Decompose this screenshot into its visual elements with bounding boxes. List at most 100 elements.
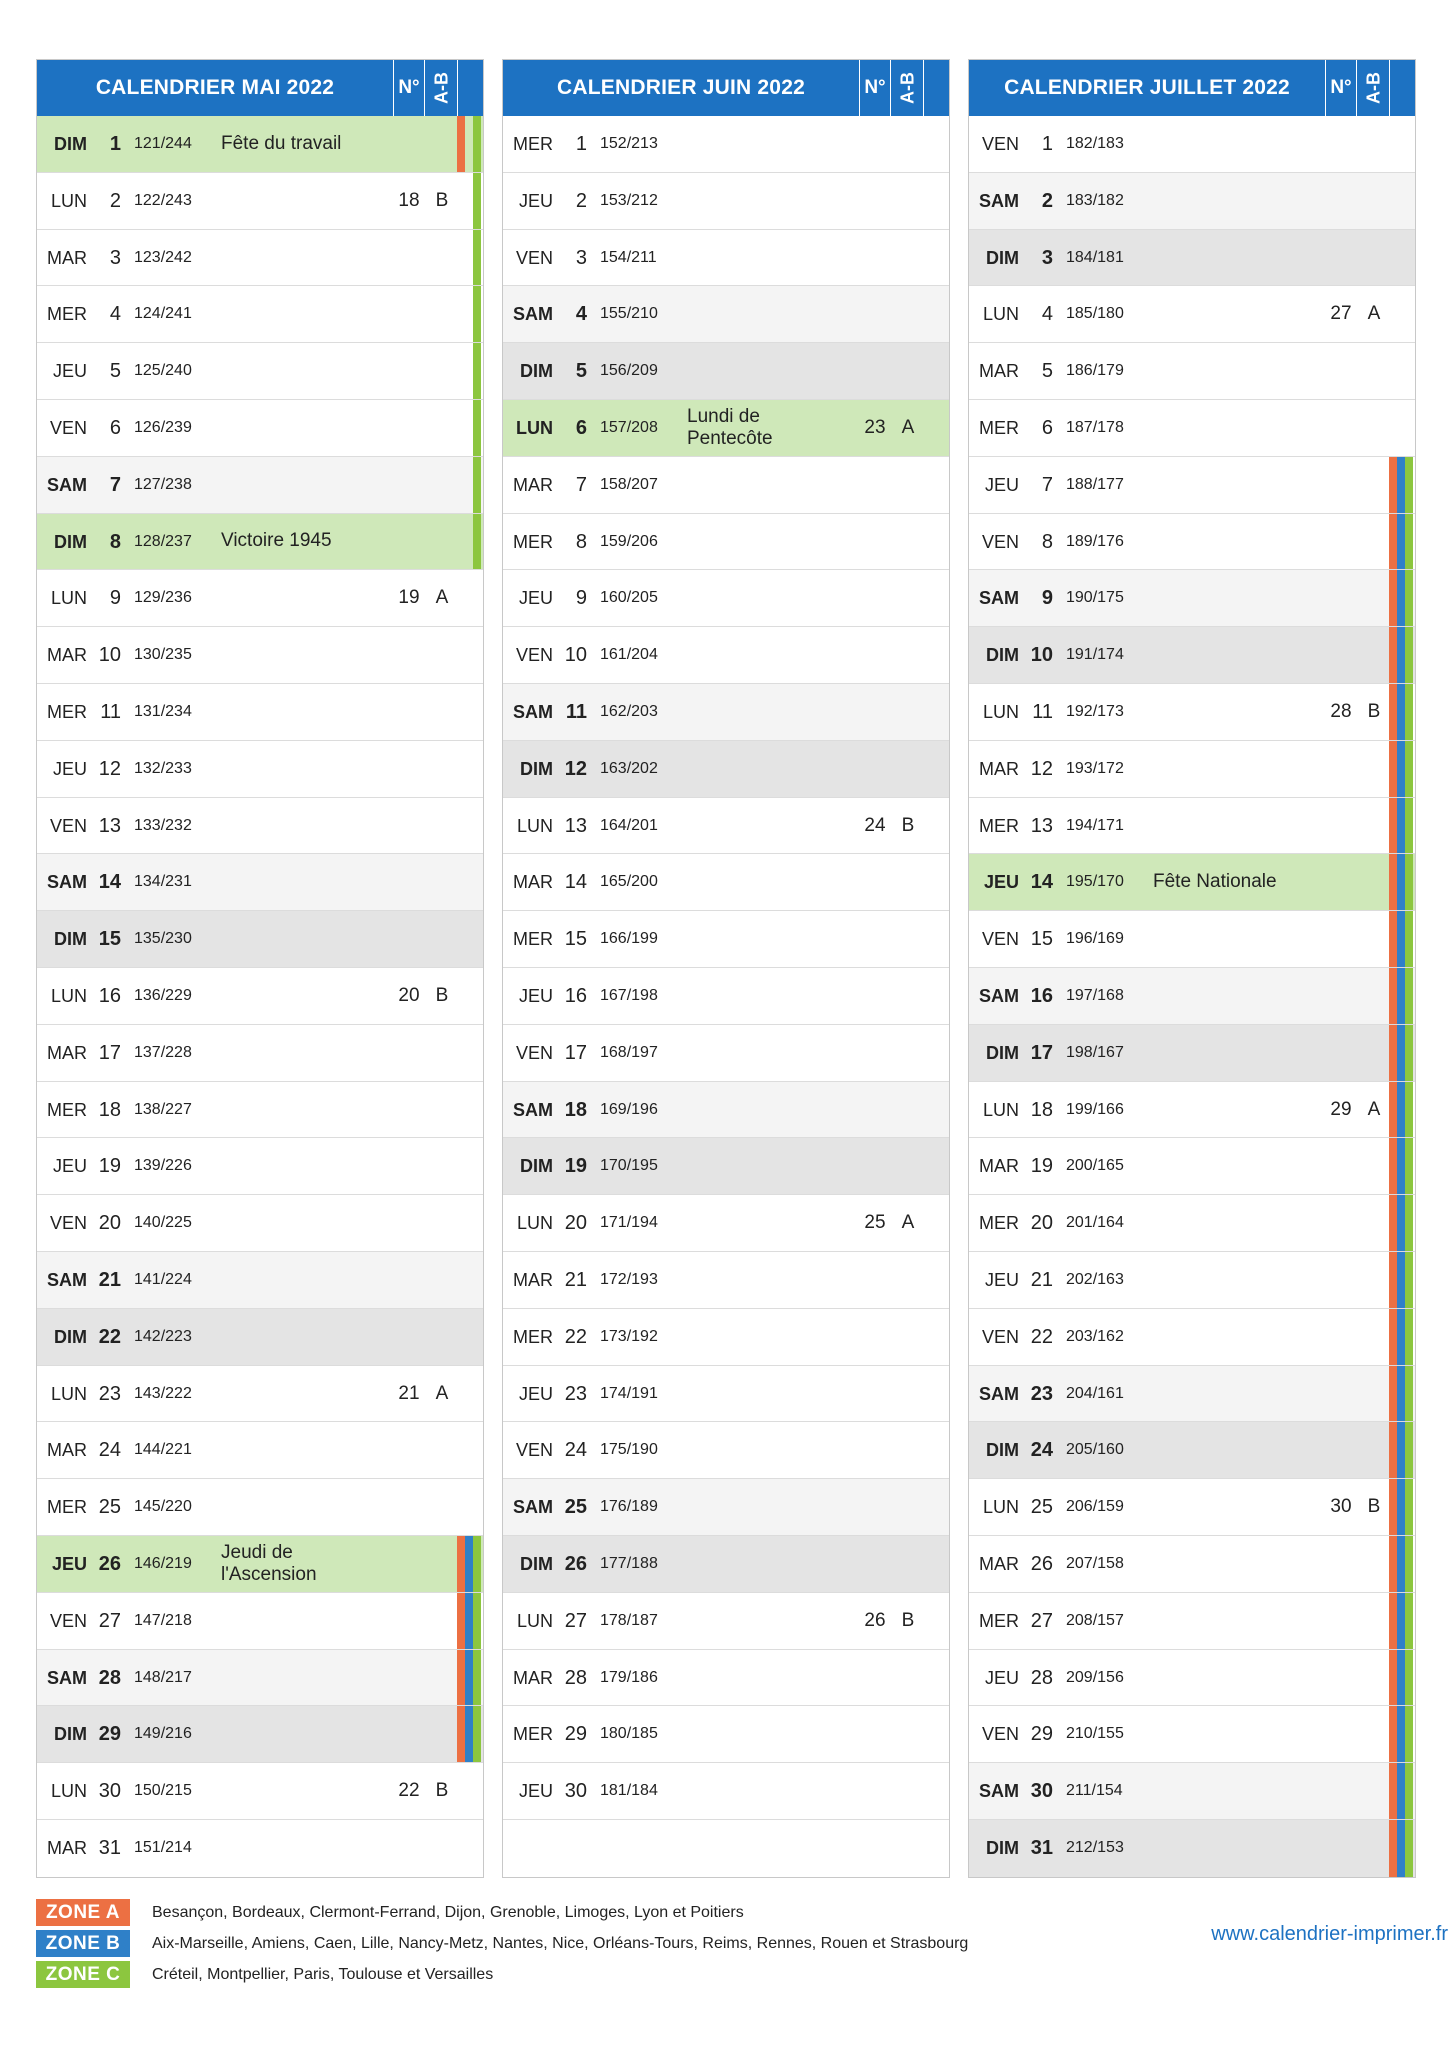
zone-c-vacation-bar xyxy=(1405,456,1413,513)
week-number xyxy=(1325,116,1357,172)
zone-c-vacation-bar xyxy=(473,286,481,343)
day-number: 1 xyxy=(109,133,121,155)
holiday-name xyxy=(1153,1138,1313,1194)
holiday-name xyxy=(221,570,381,626)
day-row: VEN 10 161/204 xyxy=(503,627,949,684)
week-number: 26 xyxy=(864,1609,886,1631)
week-ab xyxy=(426,1138,458,1194)
week-number xyxy=(859,343,891,399)
holiday-name xyxy=(221,1025,381,1081)
week-ab-header: A-B xyxy=(1358,60,1390,116)
day-row: SAM 14 134/231 xyxy=(37,854,483,912)
weekday-label: JEU xyxy=(52,361,87,382)
day-of-year: 210/155 xyxy=(1066,1725,1124,1743)
holiday-name xyxy=(1153,230,1313,286)
day-row: LUN 16 136/229 20 B xyxy=(37,967,483,1025)
zone-c-vacation-bar xyxy=(1405,1024,1413,1081)
weekday-label: SAM xyxy=(47,1667,87,1688)
holiday-name xyxy=(687,684,847,740)
day-of-year: 156/209 xyxy=(600,362,658,380)
day-of-year: 207/158 xyxy=(1066,1554,1124,1572)
zone-c-vacation-bar xyxy=(1405,967,1413,1024)
holiday-name xyxy=(1153,1422,1313,1478)
week-number xyxy=(393,1138,425,1194)
week-ab xyxy=(892,1025,924,1081)
day-of-year: 148/217 xyxy=(134,1668,192,1686)
holiday-name xyxy=(221,230,381,286)
day-row: SAM 4 155/210 xyxy=(503,286,949,344)
zone-c-vacation-bar xyxy=(473,1706,481,1763)
day-row: MER 29 180/185 xyxy=(503,1706,949,1764)
zone-c-vacation-bar xyxy=(473,229,481,286)
day-of-year: 151/214 xyxy=(134,1838,192,1856)
day-number: 19 xyxy=(1030,1155,1053,1178)
day-number: 18 xyxy=(564,1098,587,1121)
day-of-year: 131/234 xyxy=(134,702,192,720)
week-number xyxy=(1325,968,1357,1024)
month-header: CALENDRIER MAI 2022 N° A-B xyxy=(37,60,483,116)
holiday-name xyxy=(687,1082,847,1138)
week-number xyxy=(859,1422,891,1478)
day-of-year: 199/166 xyxy=(1066,1100,1124,1118)
day-of-year: 140/225 xyxy=(134,1214,192,1232)
vacation-zones xyxy=(1388,911,1415,967)
vacation-zones xyxy=(1388,1763,1415,1819)
day-number: 27 xyxy=(1030,1609,1053,1632)
day-row: JEU 26 146/219 Jeudi de l'Ascension xyxy=(37,1535,483,1593)
week-ab-header-label: A-B xyxy=(897,72,917,104)
zone-b-vacation-bar xyxy=(1397,740,1405,797)
zone-b-vacation-bar xyxy=(1397,911,1405,967)
website-link[interactable]: www.calendrier-imprimer.fr xyxy=(1211,1923,1448,1946)
weekday-label: SAM xyxy=(979,1781,1019,1802)
vacation-zones xyxy=(1388,1819,1415,1877)
week-ab xyxy=(892,1422,924,1478)
vacation-zones xyxy=(1388,1195,1415,1251)
week-number xyxy=(859,173,891,229)
day-row: DIM 29 149/216 xyxy=(37,1706,483,1764)
week-number: 29 xyxy=(1330,1098,1352,1120)
weekday-label: VEN xyxy=(49,1610,87,1631)
holiday-name xyxy=(687,343,847,399)
holiday-name xyxy=(687,911,847,967)
week-ab xyxy=(1358,741,1390,797)
day-number: 30 xyxy=(98,1780,121,1803)
week-ab xyxy=(426,1650,458,1706)
week-ab xyxy=(426,1536,458,1592)
holiday-name xyxy=(221,684,381,740)
day-number: 21 xyxy=(98,1268,121,1291)
day-number: 6 xyxy=(1041,416,1053,439)
day-number: 25 xyxy=(564,1496,587,1519)
zone-a-vacation-bar xyxy=(1389,1081,1397,1138)
week-ab: A xyxy=(1367,1098,1381,1120)
day-row: MAR 14 165/200 xyxy=(503,854,949,912)
day-row: VEN 27 147/218 xyxy=(37,1592,483,1650)
weekday-label: LUN xyxy=(516,1610,553,1631)
holiday-name xyxy=(1153,173,1313,229)
day-row: MER 11 131/234 xyxy=(37,683,483,741)
day-of-year: 146/219 xyxy=(134,1554,192,1572)
holiday-name: Jeudi de l'Ascension xyxy=(221,1541,317,1585)
day-row: MER 25 145/220 xyxy=(37,1479,483,1536)
holiday-name xyxy=(221,854,381,910)
weekday-label: DIM xyxy=(54,1326,87,1347)
day-row: MAR 10 130/235 xyxy=(37,627,483,684)
day-of-year: 204/161 xyxy=(1066,1384,1124,1402)
zone-b-vacation-bar xyxy=(1397,1251,1405,1308)
day-of-year: 150/215 xyxy=(134,1782,192,1800)
holiday-name xyxy=(687,116,847,172)
vacation-zones xyxy=(456,286,483,343)
week-ab xyxy=(426,1082,458,1138)
week-number xyxy=(393,1536,425,1592)
week-ab xyxy=(1358,798,1390,854)
day-row: MAR 3 123/242 xyxy=(37,229,483,287)
week-number xyxy=(1325,1536,1357,1592)
month-column-june: CALENDRIER JUIN 2022 N° A-B MER 1 152/213 J… xyxy=(502,59,950,1878)
day-row: LUN 18 199/166 29 A xyxy=(969,1081,1415,1139)
week-number xyxy=(393,343,425,399)
week-ab xyxy=(892,570,924,626)
day-of-year: 195/170 xyxy=(1066,873,1124,891)
week-ab: A xyxy=(901,416,915,438)
vacation-zones xyxy=(1388,1535,1415,1592)
zone-c-vacation-bar xyxy=(473,513,481,570)
vacation-zones xyxy=(456,229,483,286)
